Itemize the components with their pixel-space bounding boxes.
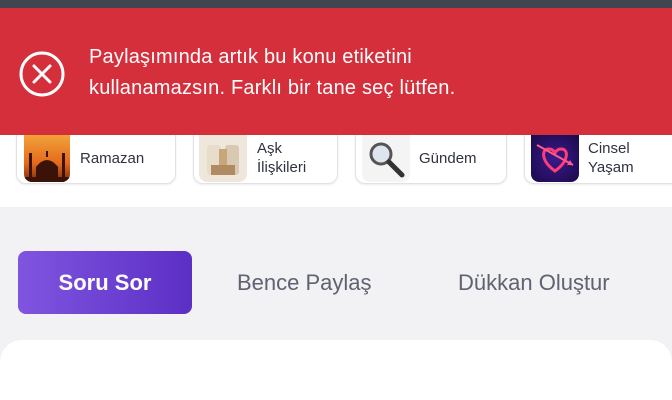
mosque-icon xyxy=(24,135,70,182)
topic-label-line-2: İlişkileri xyxy=(257,159,307,176)
topic-label: Ramazan xyxy=(80,150,145,167)
topic-label-line-1: Cinsel xyxy=(588,140,630,157)
create-shop-tab[interactable]: Dükkan Oluştur xyxy=(458,251,610,314)
toast-message: Paylaşımında artık bu konu etiketini kul… xyxy=(89,42,649,104)
topic-label: Cinsel Yaşam xyxy=(588,139,634,177)
close-circle-icon[interactable] xyxy=(18,50,66,98)
share-opinion-tab[interactable]: Bence Paylaş xyxy=(237,251,372,314)
heart-arrow-icon xyxy=(531,135,579,182)
topic-label-line-2: Yaşam xyxy=(588,159,634,176)
topic-chips-row: Ramazan Aşk İlişkileri Gündem Cinsel Yaş… xyxy=(0,135,672,207)
toast-message-line-2: kullanamazsın. Farklı bir tane seç lütfe… xyxy=(89,77,456,99)
topic-label-line-1: Aşk xyxy=(257,140,283,157)
topic-label: Gündem xyxy=(419,150,477,167)
topic-label: Aşk İlişkileri xyxy=(257,139,306,177)
topic-chip-ask-iliskileri[interactable]: Aşk İlişkileri xyxy=(193,135,338,184)
topic-chip-ramazan[interactable]: Ramazan xyxy=(16,135,176,184)
status-bar xyxy=(0,0,672,8)
content-card xyxy=(0,340,672,400)
topic-chip-gundem[interactable]: Gündem xyxy=(355,135,507,184)
ask-question-button[interactable]: Soru Sor xyxy=(18,251,192,314)
toast-message-line-1: Paylaşımında artık bu konu etiketini xyxy=(89,46,412,68)
error-toast[interactable]: Paylaşımında artık bu konu etiketini kul… xyxy=(0,8,672,135)
couple-icon xyxy=(199,135,247,182)
topic-chip-cinsel-yasam[interactable]: Cinsel Yaşam xyxy=(524,135,672,184)
magnifier-icon xyxy=(362,135,410,182)
